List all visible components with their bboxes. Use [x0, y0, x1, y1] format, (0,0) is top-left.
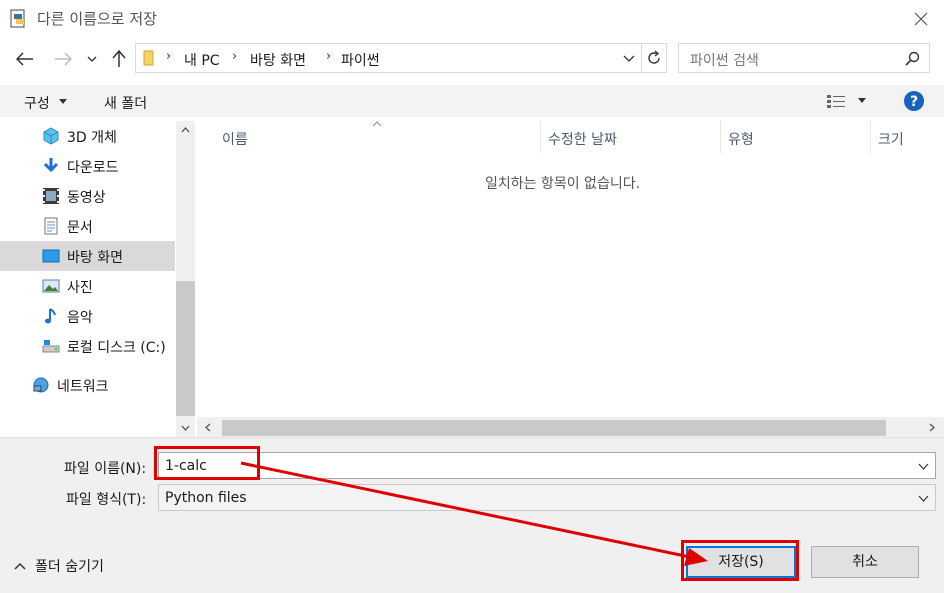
search-input[interactable]: 파이썬 검색 [690, 50, 759, 70]
navigation-scrollbar-thumb[interactable] [176, 281, 195, 416]
address-dropdown-icon[interactable] [623, 55, 635, 63]
hide-folders-label: 폴더 숨기기 [35, 559, 104, 575]
view-options-icon[interactable] [826, 94, 846, 108]
filename-label: 파일 이름(N): [64, 461, 147, 477]
scroll-left-icon[interactable] [205, 423, 211, 432]
help-icon[interactable]: ? [903, 90, 925, 112]
chevron-down-icon[interactable] [918, 495, 929, 502]
sidebar-item-label: 사진 [67, 280, 93, 296]
folder-icon [143, 50, 154, 66]
desktop-icon [42, 249, 60, 263]
back-arrow-icon [16, 52, 33, 66]
refresh-icon[interactable] [646, 50, 662, 66]
sidebar-item-downloads[interactable]: 다운로드 [0, 151, 175, 181]
video-icon [43, 188, 59, 204]
chevron-down-icon [87, 56, 97, 62]
breadcrumb-separator-icon: › [232, 49, 238, 64]
scroll-down-icon[interactable] [181, 425, 190, 431]
back-button[interactable] [12, 44, 38, 74]
sidebar-item-desktop[interactable]: 바탕 화면 [0, 241, 175, 271]
file-list[interactable]: 이름 수정한 날짜 유형 크기 [197, 121, 944, 437]
navigation-pane: 3D 개체 다운로드 동영상 문서 바탕 화면 사진 음악 로컬 디스크 (C:… [0, 121, 196, 437]
column-header-name[interactable]: 이름 [222, 129, 248, 149]
svg-text:?: ? [910, 94, 918, 110]
breadcrumb-separator-icon: › [166, 49, 172, 64]
disk-icon [42, 340, 60, 353]
sidebar-item-label: 3D 개체 [67, 130, 117, 146]
search-icon [905, 51, 920, 66]
address-bar[interactable]: › 내 PC › 바탕 화면 › 파이썬 [135, 43, 667, 73]
sidebar-item-3d-objects[interactable]: 3D 개체 [0, 121, 175, 151]
horizontal-scrollbar-thumb[interactable] [222, 420, 886, 436]
breadcrumb-python[interactable]: 파이썬 [341, 50, 380, 70]
filename-input[interactable]: 1-calc [165, 458, 207, 474]
scroll-right-icon[interactable] [929, 423, 935, 432]
download-icon [43, 158, 59, 173]
window-title: 다른 이름으로 저장 [37, 10, 157, 28]
title-bar: 다른 이름으로 저장 [0, 0, 944, 38]
3d-objects-icon [43, 127, 59, 145]
sort-ascending-icon [372, 121, 382, 127]
sidebar-item-local-disk[interactable]: 로컬 디스크 (C:) [0, 331, 175, 361]
filetype-value: Python files [165, 490, 247, 506]
chevron-down-icon[interactable] [918, 463, 929, 470]
up-arrow-icon [112, 50, 126, 67]
close-icon [914, 12, 928, 26]
sidebar-item-network[interactable]: 네트워크 [0, 370, 175, 400]
save-button[interactable]: 저장(S) [686, 546, 796, 578]
up-button[interactable] [106, 44, 132, 74]
column-header-size[interactable]: 크기 [878, 129, 904, 149]
scroll-up-icon[interactable] [181, 127, 190, 133]
forward-button[interactable] [50, 44, 76, 74]
column-header-type[interactable]: 유형 [728, 129, 754, 149]
document-icon [44, 217, 58, 235]
breadcrumb-separator-icon: › [326, 49, 332, 64]
sidebar-item-label: 문서 [67, 220, 93, 236]
filetype-select[interactable]: Python files [158, 484, 936, 511]
save-form: 파일 이름(N): 1-calc 파일 형식(T): Python files … [0, 437, 944, 593]
breadcrumb-desktop[interactable]: 바탕 화면 [250, 50, 306, 70]
python-app-icon [10, 9, 25, 28]
search-box[interactable]: 파이썬 검색 [678, 43, 930, 73]
recent-locations-button[interactable] [82, 44, 102, 74]
new-folder-button[interactable]: 새 폴더 [104, 93, 147, 113]
sidebar-item-label: 바탕 화면 [67, 250, 123, 266]
view-dropdown-icon[interactable] [858, 98, 866, 103]
sidebar-item-videos[interactable]: 동영상 [0, 181, 175, 211]
column-header-date-modified[interactable]: 수정한 날짜 [548, 129, 617, 149]
sidebar-item-label: 동영상 [67, 190, 106, 206]
filetype-label: 파일 형식(T): [66, 492, 147, 508]
cancel-button[interactable]: 취소 [811, 546, 919, 578]
close-button[interactable] [904, 4, 938, 34]
sidebar-item-label: 다운로드 [67, 160, 119, 176]
sidebar-item-music[interactable]: 음악 [0, 301, 175, 331]
toolbar: 구성 새 폴더 ? [0, 85, 944, 117]
picture-icon [42, 279, 60, 293]
sidebar-item-label: 로컬 디스크 (C:) [67, 340, 166, 356]
forward-arrow-icon [55, 52, 72, 66]
organize-dropdown-icon [59, 99, 67, 104]
organize-button[interactable]: 구성 [24, 93, 50, 113]
music-icon [45, 308, 56, 324]
sidebar-item-label: 네트워크 [57, 379, 109, 395]
network-icon [33, 377, 49, 393]
sidebar-item-pictures[interactable]: 사진 [0, 271, 175, 301]
sidebar-item-label: 음악 [67, 310, 93, 326]
filename-field[interactable]: 1-calc [158, 452, 936, 479]
chevron-up-icon [14, 562, 26, 570]
empty-list-message: 일치하는 항목이 없습니다. [485, 176, 641, 192]
sidebar-item-documents[interactable]: 문서 [0, 211, 175, 241]
breadcrumb-this-pc[interactable]: 내 PC [184, 50, 220, 70]
